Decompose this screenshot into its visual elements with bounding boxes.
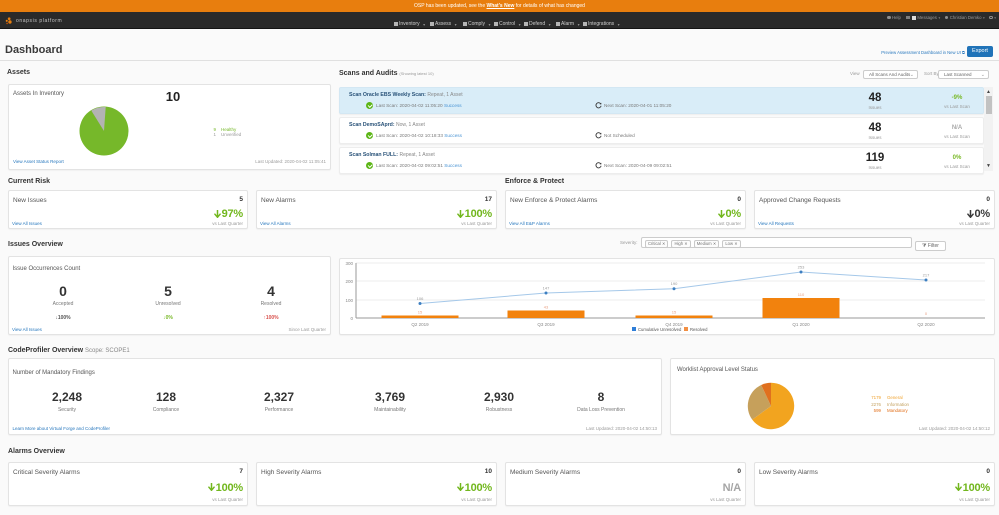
svg-text:0: 0	[925, 311, 928, 316]
svg-text:300: 300	[345, 261, 353, 266]
svg-text:200: 200	[345, 279, 353, 284]
svg-text:100: 100	[345, 298, 353, 303]
svg-text:Q2 2019: Q2 2019	[411, 322, 429, 327]
svg-text:106: 106	[417, 296, 424, 301]
svg-text:43: 43	[544, 305, 549, 310]
svg-text:Cumulative Unresolved: Cumulative Unresolved	[638, 327, 682, 332]
svg-text:15: 15	[418, 310, 423, 315]
svg-text:110: 110	[798, 292, 805, 297]
svg-text:253: 253	[798, 265, 805, 270]
svg-text:15: 15	[672, 310, 677, 315]
svg-text:Q2 2020: Q2 2020	[917, 322, 935, 327]
svg-text:Q1 2020: Q1 2020	[792, 322, 810, 327]
svg-text:217: 217	[923, 273, 930, 278]
svg-text:147: 147	[543, 286, 550, 291]
svg-text:Resolved: Resolved	[690, 327, 708, 332]
svg-text:0: 0	[350, 316, 353, 321]
svg-text:Q3 2019: Q3 2019	[537, 322, 555, 327]
svg-text:190: 190	[671, 281, 678, 286]
